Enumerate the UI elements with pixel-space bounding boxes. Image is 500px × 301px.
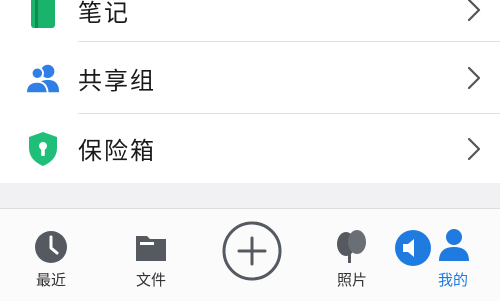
chevron-right-icon bbox=[467, 0, 481, 22]
volume-icon bbox=[395, 230, 431, 266]
tab-label: 文件 bbox=[135, 271, 166, 289]
bottom-tab-bar: 最近 文件 照片 我的 bbox=[0, 208, 500, 301]
chevron-right-icon bbox=[467, 66, 481, 90]
photos-icon bbox=[337, 230, 366, 263]
chevron-right-icon bbox=[467, 137, 481, 160]
safe-shield-icon bbox=[25, 131, 61, 167]
menu-list: 笔记 共享组 保险箱 bbox=[0, 0, 500, 183]
tab-add[interactable] bbox=[207, 209, 297, 301]
section-gap bbox=[0, 183, 500, 208]
group-icon bbox=[25, 60, 61, 96]
menu-item-label: 保险箱 bbox=[78, 137, 156, 165]
menu-item-label: 笔记 bbox=[78, 0, 130, 27]
folder-icon bbox=[136, 236, 166, 261]
tab-label: 照片 bbox=[336, 271, 367, 289]
tab-files[interactable]: 文件 bbox=[106, 209, 196, 301]
clock-icon bbox=[35, 231, 67, 263]
menu-item-label: 共享组 bbox=[78, 66, 156, 95]
tab-label: 最近 bbox=[35, 271, 66, 289]
plus-circle-icon bbox=[222, 221, 282, 281]
person-icon bbox=[439, 229, 469, 261]
menu-item-safe[interactable]: 保险箱 bbox=[0, 114, 500, 183]
notebook-icon bbox=[25, 0, 61, 28]
tab-mine[interactable]: 我的 bbox=[395, 209, 498, 301]
tab-photos[interactable]: 照片 bbox=[307, 209, 397, 301]
menu-item-share-group[interactable]: 共享组 bbox=[0, 42, 500, 114]
tab-label: 我的 bbox=[437, 271, 468, 289]
menu-item-notes[interactable]: 笔记 bbox=[0, 0, 500, 42]
tab-recent[interactable]: 最近 bbox=[6, 209, 96, 301]
